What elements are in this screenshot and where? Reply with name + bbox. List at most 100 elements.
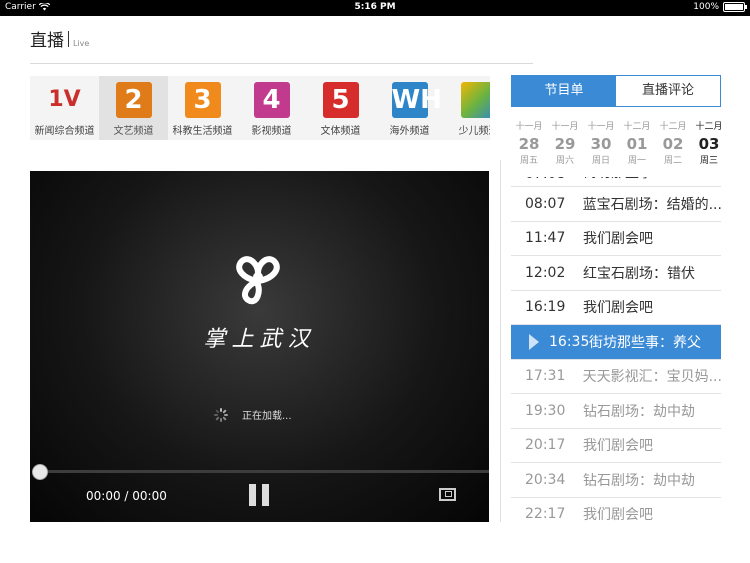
program-time: 17:31 [525,368,566,385]
program-time: 08:07 [525,195,566,212]
date-weekday: 周六 [555,156,574,166]
channel-name: 科教生活频道 [172,126,233,137]
program-schedule[interactable]: 07:08街坊那些事 08:07 蓝宝石剧场：结婚的... 11:47 我们剧会吧 12:… [511,177,721,522]
channel-logo-icon: 5 [322,82,359,118]
page-subtitle: Live [73,39,90,48]
date-day: 02 [662,135,684,153]
program-title: 蓝宝石剧场：结婚的... [582,196,721,213]
brand-logo-icon [236,256,280,305]
progress-knob[interactable] [32,464,48,480]
program-title: 天天影视汇：宝贝妈... [582,369,721,386]
battery-info: 100% [693,2,747,12]
fullscreen-button[interactable] [439,488,456,501]
channel-item[interactable]: 少儿频道 [444,76,490,140]
date-item[interactable]: 十一月 29 周六 [547,120,583,175]
date-day: 01 [626,135,648,153]
channel-logo-icon [460,82,490,118]
channel-item[interactable]: 3 科教生活频道 [168,76,237,140]
channel-item[interactable]: WH 海外频道 [375,76,444,140]
schedule-row[interactable]: 17:31 天天影视汇：宝贝妈... [511,360,721,394]
program-time: 12:02 [525,264,566,281]
date-weekday: 周五 [519,156,538,166]
date-month: 十二月 [659,122,687,132]
channel-name: 文艺频道 [113,126,154,137]
program-title: 我们剧会吧 [583,300,653,317]
date-day: 28 [518,135,540,153]
channel-item[interactable]: 4 影视频道 [237,76,306,140]
date-item[interactable]: 十一月 28 周五 [511,120,547,175]
channel-name: 少儿频道 [458,126,491,137]
title-separator [68,30,69,47]
date-month: 十一月 [587,122,615,132]
date-month: 十二月 [695,122,721,132]
date-weekday: 周一 [627,156,646,166]
schedule-row[interactable]: 08:07 蓝宝石剧场：结婚的... [511,187,721,222]
status-bar: Carrier 5:16 PM 100% [0,0,750,16]
program-time: 16:35 [549,333,590,350]
tab-comments[interactable]: 直播评论 [616,76,720,106]
battery-icon [723,2,747,12]
program-title: 街坊那些事：养父 [589,334,701,351]
pause-button[interactable] [249,484,271,506]
program-time: 22:17 [525,506,566,522]
loading-indicator: 正在加载... [214,407,292,422]
date-month: 十一月 [515,122,543,132]
program-title: 我们剧会吧 [583,438,653,455]
vertical-divider [500,160,501,522]
date-item[interactable]: 十二月 03 周三 [691,120,721,175]
schedule-row[interactable]: 20:17 我们剧会吧 [511,429,721,463]
tab-schedule[interactable]: 节目单 [512,76,616,106]
program-title: 我们剧会吧 [583,231,653,248]
channel-logo-icon: WH [391,82,442,118]
date-weekday: 周三 [699,156,718,166]
channel-name: 新闻综合频道 [34,126,95,137]
date-month: 十一月 [551,122,579,132]
channel-name: 文体频道 [320,126,361,137]
page-title: 直播 [30,31,64,51]
program-title: 街坊那些事 [583,177,653,182]
schedule-row[interactable]: 22:17 我们剧会吧 [511,498,721,522]
date-day: 03 [698,135,720,153]
date-day: 29 [554,135,576,153]
channel-logo-icon: 3 [184,82,221,118]
channel-item[interactable]: 1V 新闻综合频道 [30,76,99,140]
right-panel-tabs: 节目单 直播评论 [511,75,721,107]
page-header: 直播 Live [30,26,89,51]
date-weekday: 周日 [591,156,610,166]
channel-strip[interactable]: 1V 新闻综合频道 2 文艺频道 3 科教生活频道 4 影视频道 5 文体频道 WH 海外频道 少儿频道 [30,76,490,140]
channel-logo-icon: 4 [253,82,290,118]
header-divider [30,63,533,64]
date-item[interactable]: 十一月 30 周日 [583,120,619,175]
channel-logo-icon: 1V [46,82,83,118]
date-item[interactable]: 十二月 01 周一 [619,120,655,175]
battery-percent: 100% [693,2,719,12]
spinner-icon [214,407,228,422]
schedule-row[interactable]: 16:35 街坊那些事：养父 [511,325,721,360]
date-item[interactable]: 十二月 02 周二 [655,120,691,175]
program-time: 20:34 [525,471,566,488]
schedule-row[interactable]: 19:30 钻石剧场：劫中劫 [511,394,721,429]
loading-text: 正在加载... [242,411,292,422]
channel-item[interactable]: 2 文艺频道 [99,76,168,140]
channel-name: 海外频道 [389,126,430,137]
date-day: 30 [590,135,612,153]
schedule-row[interactable]: 20:34 钻石剧场：劫中劫 [511,463,721,498]
program-time: 20:17 [525,437,566,454]
time-display: 00:00 / 00:00 [86,489,167,503]
video-player[interactable]: 掌上武汉 正在加载... 00:00 / 00:00 [30,171,489,522]
schedule-row[interactable]: 12:02 红宝石剧场：错伏 [511,256,721,291]
date-selector: 十一月 28 周五 十一月 29 周六 十一月 30 周日 十二月 01 周一 十二月 02 周二 十二月 03… [511,120,721,175]
program-title: 钻石剧场：劫中劫 [583,472,695,489]
schedule-row[interactable]: 16:19 我们剧会吧 [511,291,721,325]
program-title: 钻石剧场：劫中劫 [583,403,695,420]
program-title: 我们剧会吧 [583,507,653,522]
status-time: 5:16 PM [354,2,396,12]
program-time: 19:30 [525,402,566,419]
program-time: 07:08 [511,177,583,182]
channel-logo-icon: 2 [115,82,152,118]
progress-track[interactable] [39,470,489,473]
play-icon [529,333,539,350]
schedule-row[interactable]: 07:08街坊那些事 [511,177,721,187]
channel-item[interactable]: 5 文体频道 [306,76,375,140]
schedule-row[interactable]: 11:47 我们剧会吧 [511,222,721,256]
